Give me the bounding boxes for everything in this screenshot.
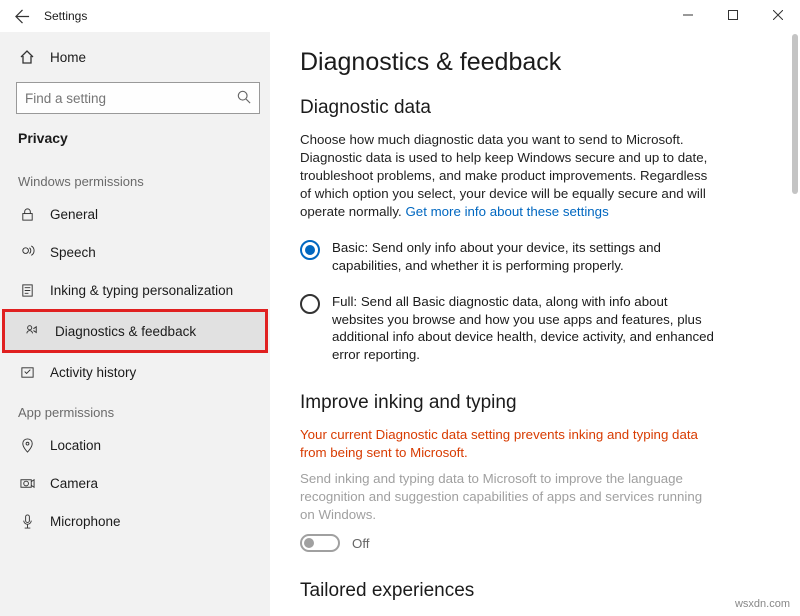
- radio-icon-selected: [300, 240, 320, 260]
- feedback-icon: [23, 324, 41, 339]
- sidebar-item-label: Diagnostics & feedback: [55, 324, 196, 339]
- lock-icon: [18, 207, 36, 222]
- diagnostic-data-heading: Diagnostic data: [300, 97, 778, 119]
- minimize-button[interactable]: [665, 0, 710, 30]
- highlight-box: Diagnostics & feedback: [2, 309, 268, 353]
- close-icon: [773, 10, 783, 20]
- microphone-icon: [18, 514, 36, 529]
- tailored-experiences-heading: Tailored experiences: [300, 580, 778, 602]
- page-title: Diagnostics & feedback: [300, 48, 778, 77]
- group-windows-permissions: Windows permissions: [0, 160, 270, 195]
- inking-toggle-label: Off: [352, 536, 370, 551]
- camera-icon: [18, 476, 36, 491]
- more-info-link[interactable]: Get more info about these settings: [405, 204, 608, 219]
- close-button[interactable]: [755, 0, 800, 30]
- sidebar-item-label: Speech: [50, 245, 96, 260]
- search-icon: [237, 90, 251, 107]
- app-title: Settings: [44, 9, 87, 23]
- sidebar-item-label: Microphone: [50, 514, 121, 529]
- improve-inking-heading: Improve inking and typing: [300, 392, 778, 414]
- sidebar-item-label: Camera: [50, 476, 98, 491]
- radio-full[interactable]: Full: Send all Basic diagnostic data, al…: [300, 293, 720, 365]
- group-app-permissions: App permissions: [0, 391, 270, 426]
- sidebar-item-label: General: [50, 207, 98, 222]
- radio-icon: [300, 294, 320, 314]
- inking-warning: Your current Diagnostic data setting pre…: [300, 426, 720, 462]
- radio-basic[interactable]: Basic: Send only info about your device,…: [300, 239, 720, 275]
- sidebar-item-activity[interactable]: Activity history: [0, 353, 270, 391]
- diagnostic-data-description: Choose how much diagnostic data you want…: [300, 131, 720, 221]
- back-button[interactable]: [8, 2, 36, 30]
- sidebar-item-diagnostics[interactable]: Diagnostics & feedback: [5, 312, 265, 350]
- sidebar-item-inking[interactable]: Inking & typing personalization: [0, 271, 270, 309]
- search-input-container[interactable]: [16, 82, 260, 114]
- minimize-icon: [683, 10, 693, 20]
- radio-basic-label: Basic: Send only info about your device,…: [332, 239, 720, 275]
- location-icon: [18, 438, 36, 453]
- watermark: wsxdn.com: [735, 598, 790, 610]
- sidebar-item-speech[interactable]: Speech: [0, 233, 270, 271]
- maximize-button[interactable]: [710, 0, 755, 30]
- sidebar-category: Privacy: [0, 124, 270, 160]
- sidebar-item-microphone[interactable]: Microphone: [0, 502, 270, 540]
- sidebar-home[interactable]: Home: [0, 38, 270, 76]
- sidebar: Home Privacy Windows permissions General…: [0, 32, 270, 616]
- sidebar-item-location[interactable]: Location: [0, 426, 270, 464]
- sidebar-item-camera[interactable]: Camera: [0, 464, 270, 502]
- sidebar-item-general[interactable]: General: [0, 195, 270, 233]
- speech-icon: [18, 245, 36, 260]
- window-controls: [665, 0, 800, 30]
- maximize-icon: [728, 10, 738, 20]
- home-icon: [18, 49, 36, 65]
- home-label: Home: [50, 50, 86, 65]
- back-arrow-icon: [15, 9, 30, 24]
- inking-toggle[interactable]: [300, 534, 340, 552]
- clipboard-icon: [18, 283, 36, 298]
- scrollbar-thumb[interactable]: [792, 34, 798, 194]
- content-pane: Diagnostics & feedback Diagnostic data C…: [270, 32, 800, 616]
- sidebar-item-label: Activity history: [50, 365, 136, 380]
- inking-toggle-row: Off: [300, 534, 778, 552]
- titlebar: Settings: [0, 0, 800, 32]
- inking-description: Send inking and typing data to Microsoft…: [300, 470, 720, 524]
- sidebar-item-label: Location: [50, 438, 101, 453]
- search-input[interactable]: [25, 91, 237, 106]
- sidebar-item-label: Inking & typing personalization: [50, 283, 233, 298]
- history-icon: [18, 365, 36, 380]
- radio-full-label: Full: Send all Basic diagnostic data, al…: [332, 293, 720, 365]
